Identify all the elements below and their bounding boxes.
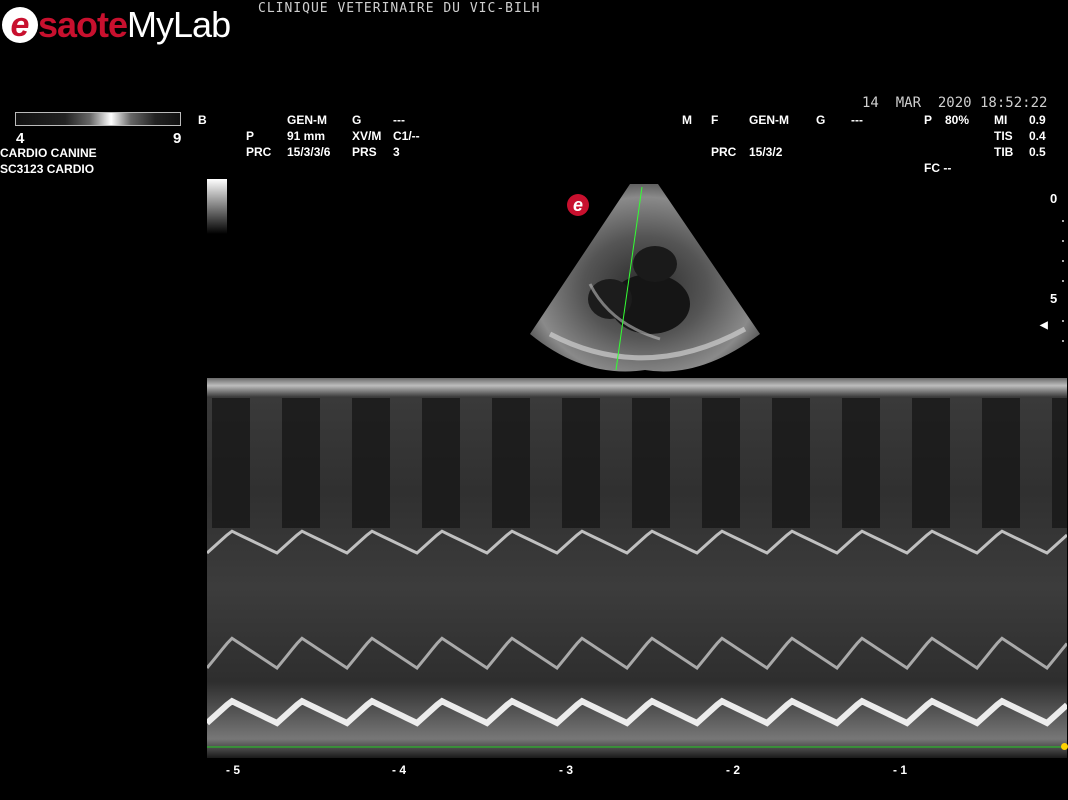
b-param-gen: GEN-M — [287, 113, 327, 127]
tib-value: 0.5 — [1029, 145, 1046, 159]
depth-label-0: 0 — [1050, 191, 1058, 206]
power-label: P — [924, 113, 933, 127]
b-mode-sector-image — [530, 184, 760, 372]
m-mode-dark-band — [772, 398, 810, 528]
depth-tick — [1062, 340, 1064, 342]
m-mode-dark-band — [702, 398, 740, 528]
m-mode-dark-band — [982, 398, 1020, 528]
m-mode-dark-band — [912, 398, 950, 528]
gray-ramp — [207, 179, 227, 234]
b-param-gain-value: --- — [393, 113, 405, 127]
cursor-marker — [1061, 743, 1068, 750]
tib-label: TIB — [994, 145, 1014, 159]
tis-value: 0.4 — [1029, 129, 1046, 143]
time-axis-label-2: - 2 — [726, 763, 741, 777]
b-param-gain-label: G — [352, 113, 362, 127]
m-param-f-label: F — [711, 113, 719, 127]
b-param-depth: 91 mm — [287, 129, 326, 143]
date-time: 14 MAR 2020 18:52:22 — [862, 95, 1048, 111]
depth-tick — [1062, 280, 1064, 282]
m-param-gen: GEN-M — [749, 113, 789, 127]
grayscale-max: 9 — [173, 130, 182, 147]
preset-name: CARDIO CANINE — [0, 146, 97, 160]
time-axis-label-5: - 5 — [226, 763, 241, 777]
time-axis-label-1: - 1 — [893, 763, 908, 777]
grayscale-min: 4 — [16, 130, 25, 147]
m-mode-dark-band — [1052, 398, 1067, 528]
clinic-name: CLINIQUE VETERINAIRE DU VIC-BILH — [258, 1, 541, 16]
time-axis-label-4: - 4 — [392, 763, 407, 777]
m-mode-dark-band — [492, 398, 530, 528]
esaote-e-icon: e — [2, 7, 38, 43]
m-param-gain-label: G — [816, 113, 826, 127]
grayscale-map-bar — [15, 112, 181, 126]
m-mode-dark-band — [212, 398, 250, 528]
m-mode-dark-band — [352, 398, 390, 528]
esaote-small-logo-icon: e — [567, 194, 589, 216]
m-mode-trace — [207, 378, 1067, 758]
depth-label-5: 5 — [1050, 291, 1058, 306]
depth-tick — [1062, 240, 1064, 242]
m-mode-dark-band — [562, 398, 600, 528]
m-param-gain-value: --- — [851, 113, 863, 127]
m-mode-label: M — [682, 113, 692, 127]
b-param-xv-label: XV/M — [352, 129, 382, 143]
b-param-prc-value: 15/3/3/6 — [287, 145, 331, 159]
heart-rate: FC -- — [924, 161, 952, 175]
focus-marker-icon: ◀ — [1040, 320, 1048, 331]
b-param-p-label: P — [246, 129, 255, 143]
b-param-xv-value: C1/-- — [393, 129, 420, 143]
logo-brand: saote — [38, 4, 128, 45]
b-mode-label: B — [198, 113, 207, 127]
m-mode-dark-band — [422, 398, 460, 528]
depth-tick — [1062, 260, 1064, 262]
b-param-prc-label: PRC — [246, 145, 272, 159]
depth-tick — [1062, 320, 1064, 322]
mi-value: 0.9 — [1029, 113, 1046, 127]
tis-label: TIS — [994, 129, 1013, 143]
power-value: 80% — [945, 113, 970, 127]
b-param-prs-value: 3 — [393, 145, 400, 159]
m-mode-dark-band — [282, 398, 320, 528]
m-mode-dark-band — [632, 398, 670, 528]
logo-product: MyLab — [127, 4, 231, 45]
depth-tick — [1062, 220, 1064, 222]
time-axis-label-3: - 3 — [559, 763, 574, 777]
b-param-prs-label: PRS — [352, 145, 377, 159]
esaote-mylab-logo: e saoteMyLab — [2, 4, 231, 50]
mi-label: MI — [994, 113, 1008, 127]
m-param-prc-value: 15/3/2 — [749, 145, 783, 159]
probe-preset: SC3123 CARDIO — [0, 162, 95, 176]
m-mode-dark-band — [842, 398, 880, 528]
m-param-prc-label: PRC — [711, 145, 737, 159]
